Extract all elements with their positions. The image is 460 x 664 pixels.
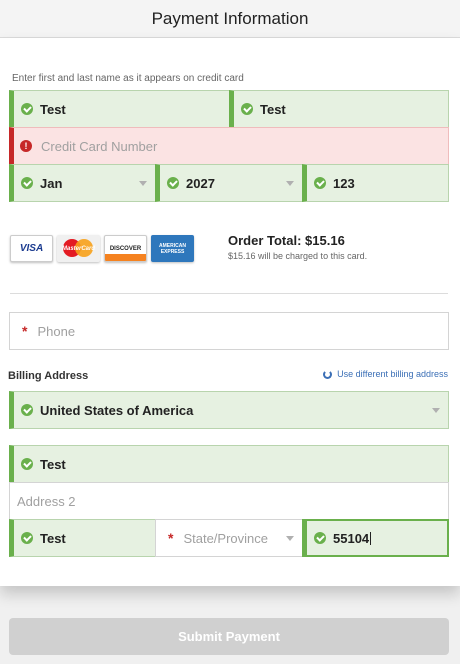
amex-logo: AMERICAN EXPRESS — [151, 235, 194, 262]
cvv-value: 123 — [333, 175, 355, 191]
chevron-down-icon — [286, 536, 294, 541]
exp-year-select[interactable]: 2027 — [155, 164, 303, 202]
last-name-field[interactable]: Test — [229, 90, 449, 128]
check-icon — [314, 532, 326, 544]
last-name-value: Test — [260, 101, 286, 117]
chevron-down-icon — [286, 181, 294, 186]
phone-field[interactable]: * Phone — [9, 312, 449, 350]
check-icon — [21, 103, 33, 115]
chevron-down-icon — [139, 181, 147, 186]
required-icon: * — [168, 530, 174, 546]
exp-year-value: 2027 — [186, 175, 215, 191]
refresh-icon — [323, 369, 333, 379]
submit-payment-button[interactable]: Submit Payment — [9, 618, 449, 655]
exp-month-select[interactable]: Jan — [9, 164, 156, 202]
error-icon: ! — [20, 140, 32, 152]
address1-value: Test — [40, 456, 66, 472]
discover-logo: DISCOVER — [104, 235, 147, 262]
phone-placeholder: Phone — [37, 323, 76, 339]
card-number-placeholder: Credit Card Number — [41, 138, 158, 154]
country-value: United States of America — [40, 402, 194, 418]
check-icon — [167, 177, 179, 189]
check-icon — [21, 458, 33, 470]
check-icon — [21, 532, 33, 544]
chevron-down-icon — [432, 408, 440, 413]
check-icon — [21, 177, 33, 189]
zip-value: 55104 — [333, 530, 370, 546]
state-select[interactable]: * State/Province — [155, 519, 303, 557]
check-icon — [241, 103, 253, 115]
required-icon: * — [22, 323, 28, 339]
use-different-billing-label: Use different billing address — [337, 369, 448, 379]
page-header: Payment Information — [0, 0, 460, 38]
address2-field[interactable]: Address 2 — [9, 482, 449, 520]
name-hint: Enter first and last name as it appears … — [12, 73, 244, 84]
use-different-billing-link[interactable]: Use different billing address — [323, 369, 448, 379]
first-name-value: Test — [40, 101, 66, 117]
cvv-field[interactable]: 123 — [302, 164, 449, 202]
payment-form: Enter first and last name as it appears … — [0, 38, 460, 586]
divider — [10, 293, 448, 294]
mastercard-logo: MasterCard — [57, 235, 100, 262]
order-note: $15.16 will be charged to this card. — [228, 251, 368, 261]
visa-logo: VISA — [10, 235, 53, 262]
city-field[interactable]: Test — [9, 519, 156, 557]
text-cursor — [370, 531, 372, 545]
zip-field[interactable]: 55104 — [302, 519, 449, 557]
address2-placeholder: Address 2 — [17, 493, 76, 509]
city-value: Test — [40, 530, 66, 546]
exp-month-value: Jan — [40, 175, 63, 191]
check-icon — [21, 404, 33, 416]
billing-address-label: Billing Address — [8, 370, 89, 382]
card-number-field[interactable]: ! Credit Card Number — [9, 127, 449, 165]
first-name-field[interactable]: Test — [9, 90, 230, 128]
address1-field[interactable]: Test — [9, 445, 449, 483]
accepted-cards: VISA MasterCard DISCOVER AMERICAN EXPRES… — [10, 235, 194, 262]
state-placeholder: State/Province — [183, 530, 268, 546]
check-icon — [314, 177, 326, 189]
order-total: Order Total: $15.16 — [228, 233, 345, 248]
country-select[interactable]: United States of America — [9, 391, 449, 429]
page-title: Payment Information — [151, 8, 309, 28]
